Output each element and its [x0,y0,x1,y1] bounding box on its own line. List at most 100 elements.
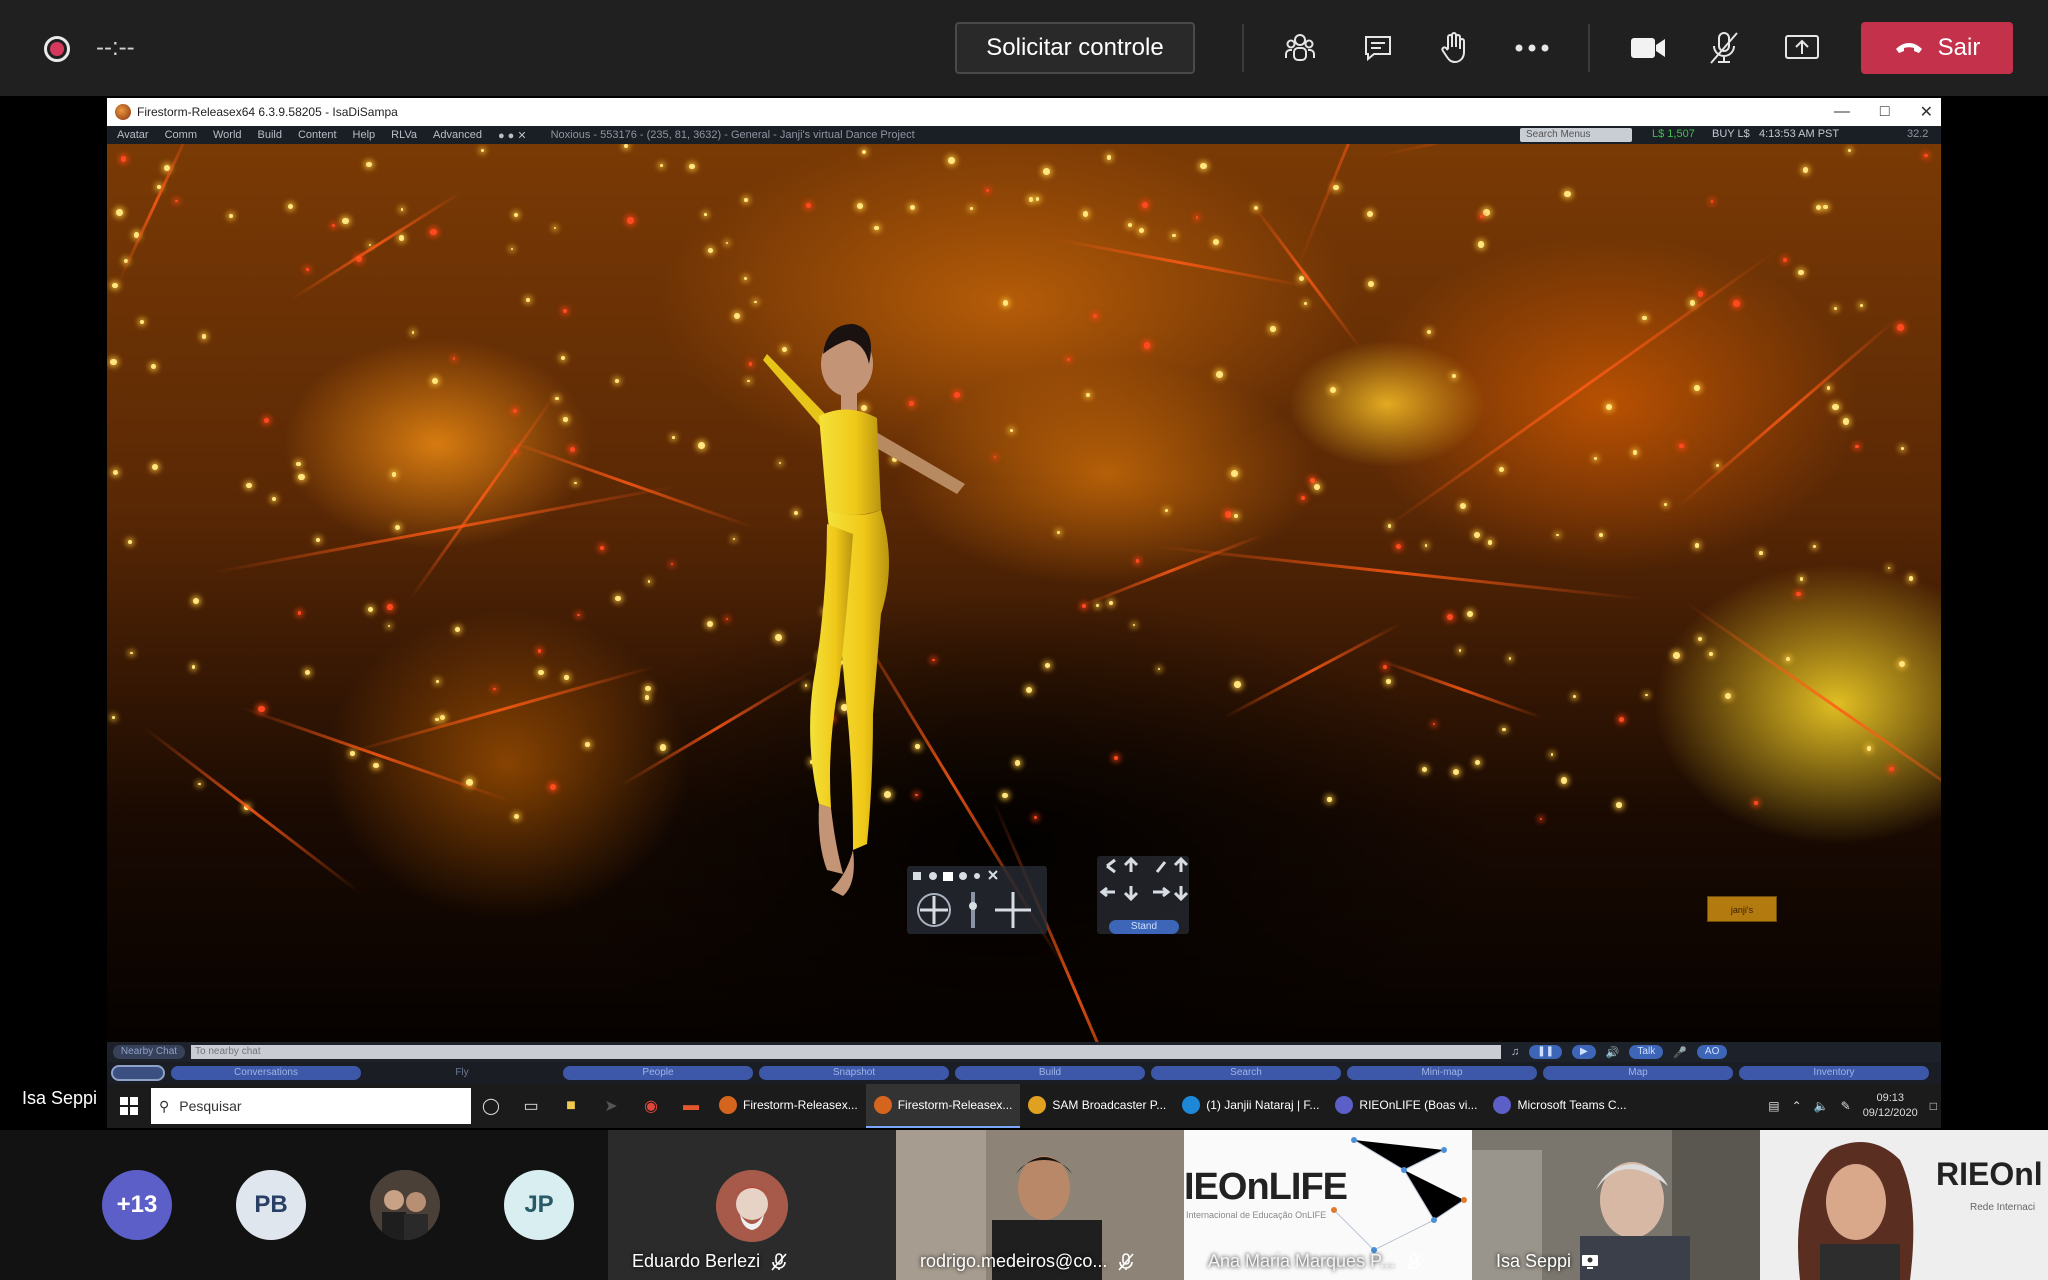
location-icons[interactable]: ● ● ✕ [498,129,527,142]
minimap-button[interactable]: Mini-map [1347,1066,1537,1080]
camera-controls-panel[interactable] [907,866,1047,934]
close-icon[interactable]: ✕ [1920,102,1933,122]
buy-currency-link[interactable]: BUY L$ [1712,128,1750,140]
menu-advanced[interactable]: Advanced [433,129,482,141]
pinned-app-icon[interactable]: ➤ [591,1084,631,1128]
notifications-icon[interactable]: □ [1930,1099,1937,1113]
speaker-icon[interactable]: 🔈 [1814,1099,1829,1113]
map-button[interactable]: Map [1543,1066,1733,1080]
participant-photo[interactable] [370,1170,440,1240]
taskbar-search-placeholder: Pesquisar [179,1098,242,1114]
menu-build[interactable]: Build [258,129,282,141]
3d-viewport[interactable]: Stand janji's [107,144,1941,1042]
particle [584,742,590,747]
particle [297,611,302,615]
request-control-button[interactable]: Solicitar controle [955,22,1195,74]
clock[interactable]: 09:13 09/12/2020 [1863,1091,1918,1121]
tray-app-icon[interactable]: ▤ [1768,1099,1779,1113]
office-icon[interactable]: ▬ [671,1084,711,1128]
menu-avatar[interactable]: Avatar [117,129,149,141]
talk-button[interactable]: Talk [1629,1045,1664,1059]
taskbar-app[interactable]: RIEOnLIFE (Boas vi... [1327,1084,1485,1128]
nearby-chat-button[interactable]: Nearby Chat [113,1045,185,1059]
chrome-icon[interactable]: ◉ [631,1084,671,1128]
participant-tile[interactable]: Eduardo Berlezi [608,1130,896,1280]
camera-icon[interactable] [1624,24,1672,72]
app-icon [873,1096,892,1114]
task-view-icon[interactable]: ▭ [511,1084,551,1128]
network-icon[interactable]: ✎ [1841,1099,1851,1113]
stand-button[interactable]: Stand [1109,920,1179,934]
particle [1141,201,1148,209]
microphone-icon[interactable]: 🎤 [1673,1046,1687,1059]
menu-comm[interactable]: Comm [165,129,197,141]
taskbar-app[interactable]: (1) Janjii Nataraj | F... [1174,1084,1327,1128]
share-screen-icon[interactable] [1778,24,1826,72]
participant-tile[interactable]: IEOnLIFE Internacional de Educação OnLIF… [1184,1130,1472,1280]
camera-controls-icon[interactable] [907,866,1047,934]
particle [689,163,695,170]
particle [1758,551,1763,555]
light-ray [351,664,657,753]
particle [1034,815,1038,819]
windows-start-icon[interactable] [107,1084,151,1128]
menu-world[interactable]: World [213,129,242,141]
participant-tile[interactable]: Isa Seppi [1472,1130,1760,1280]
location-bar[interactable]: Noxious - 553176 - (235, 81, 3632) - Gen… [551,129,915,141]
particle [1127,222,1133,227]
ao-button[interactable]: AO [1696,1045,1728,1059]
search-icon: ⚲ [159,1097,170,1114]
volume-icon[interactable]: 🔊 [1606,1046,1620,1059]
taskbar-app[interactable]: Firestorm-Releasex... [865,1084,1021,1128]
taskbar-app[interactable]: Microsoft Teams C... [1485,1084,1634,1128]
taskbar-search-input[interactable]: ⚲ Pesquisar [151,1088,471,1124]
minimize-icon[interactable]: — [1834,103,1850,121]
more-participants-badge[interactable]: +13 [102,1170,172,1240]
taskbar-app[interactable]: Firestorm-Releasex... [711,1084,866,1128]
participant-avatar[interactable]: JP [504,1170,574,1240]
cortana-icon[interactable]: ◯ [471,1084,511,1128]
conversations-button[interactable]: Conversations [171,1066,361,1080]
menu-content[interactable]: Content [298,129,337,141]
build-button[interactable]: Build [955,1066,1145,1080]
snapshot-button[interactable]: Snapshot [759,1066,949,1080]
particle [1480,215,1484,219]
chat-icon[interactable] [1354,24,1402,72]
particle [733,312,741,320]
particle [1136,559,1140,563]
mic-off-icon[interactable] [1700,24,1748,72]
fly-button[interactable]: Fly [367,1066,557,1080]
toolbar-divider [1588,24,1590,72]
particle [367,607,373,613]
participants-icon[interactable] [1276,24,1324,72]
particle [733,538,736,541]
taskbar-app[interactable]: SAM Broadcaster P... [1020,1084,1174,1128]
participant-tile[interactable]: rodrigo.medeiros@co... [896,1130,1184,1280]
menu-rlva[interactable]: RLVa [391,129,417,141]
inventory-button[interactable]: Inventory [1739,1066,1929,1080]
particle [747,379,750,383]
more-options-icon[interactable] [1508,24,1556,72]
play-media-button[interactable]: ▶ [1572,1045,1596,1059]
people-button[interactable]: People [563,1066,753,1080]
raise-hand-icon[interactable] [1430,24,1478,72]
slide-title: IEOnLIFE [1184,1166,1348,1208]
movement-arrows-icon[interactable] [1097,856,1189,916]
file-explorer-icon[interactable]: ■ [551,1084,591,1128]
search-menus-input[interactable]: Search Menus [1520,128,1632,142]
music-icon[interactable]: ♫ [1511,1046,1519,1058]
menu-help[interactable]: Help [353,129,376,141]
firestorm-bottom-toolbar: Conversations Fly People Snapshot Build … [107,1062,1941,1084]
leave-button[interactable]: Sair [1861,22,2013,74]
chat-input[interactable]: To nearby chat [191,1045,1501,1059]
participant-tile[interactable]: RIEOnl Rede Internaci [1760,1130,2048,1280]
participant-avatar[interactable]: PB [236,1170,306,1240]
particle [744,277,748,281]
maximize-icon[interactable]: □ [1880,103,1890,121]
chat-toggle-icon[interactable] [111,1065,165,1081]
particle [287,204,294,210]
particle [1473,531,1481,538]
tray-expand-icon[interactable]: ⌃ [1792,1099,1802,1113]
pause-media-button[interactable]: ❚❚ [1529,1045,1563,1059]
search-button[interactable]: Search [1151,1066,1341,1080]
